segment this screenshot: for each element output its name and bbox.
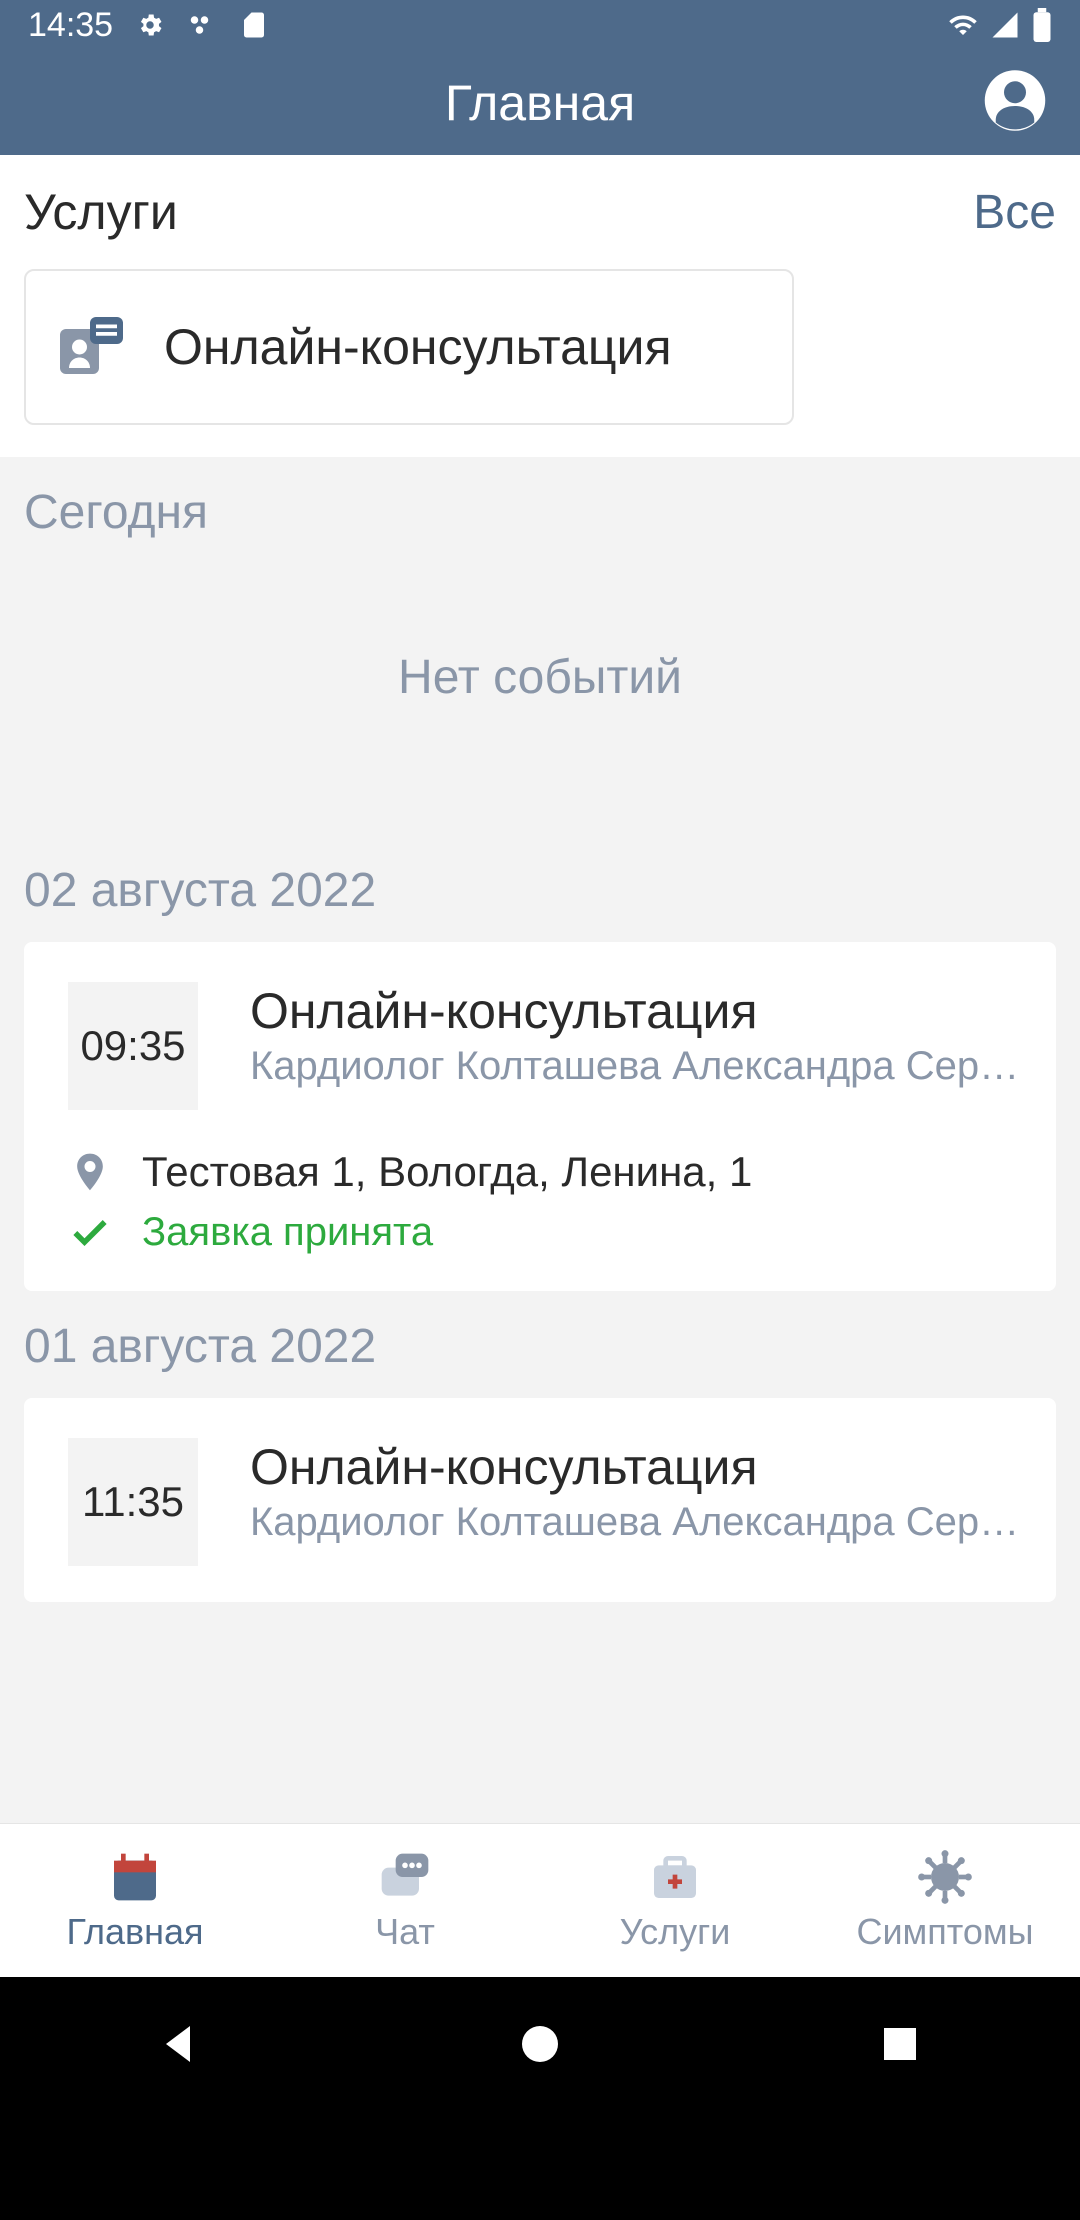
home-button[interactable] bbox=[516, 2020, 564, 2068]
battery-icon bbox=[1032, 8, 1052, 42]
user-icon bbox=[982, 67, 1048, 133]
section-label-date: 01 августа 2022 bbox=[0, 1291, 1080, 1374]
event-location: Тестовая 1, Вологда, Ленина, 1 bbox=[142, 1148, 752, 1196]
services-section: Услуги Все Онлайн-консультация bbox=[0, 155, 1080, 457]
page-title: Главная bbox=[445, 74, 635, 132]
nav-label: Симптомы bbox=[856, 1911, 1033, 1953]
nav-symptoms[interactable]: Симптомы bbox=[810, 1824, 1080, 1977]
nav-label: Чат bbox=[375, 1911, 435, 1953]
event-status: Заявка принята bbox=[142, 1210, 433, 1255]
section-label-date: 02 августа 2022 bbox=[0, 835, 1080, 918]
all-services-link[interactable]: Все bbox=[973, 185, 1056, 240]
back-button[interactable] bbox=[156, 2020, 204, 2068]
system-navigation-bar bbox=[0, 1977, 1080, 2111]
bottom-nav: Главная Чат Услуги Симптомы bbox=[0, 1823, 1080, 1977]
services-title: Услуги bbox=[24, 183, 178, 241]
event-time: 11:35 bbox=[68, 1438, 198, 1566]
gear-icon bbox=[135, 10, 165, 40]
status-left: 14:35 bbox=[28, 6, 269, 45]
consultation-icon bbox=[54, 311, 126, 383]
dots-icon bbox=[187, 10, 217, 40]
status-bar: 14:35 bbox=[0, 0, 1080, 50]
nav-label: Главная bbox=[66, 1911, 203, 1953]
empty-state-text: Нет событий bbox=[0, 540, 1080, 835]
event-subtitle: Кардиолог Колташева Александра Сер… bbox=[250, 1500, 1019, 1545]
event-time: 09:35 bbox=[68, 982, 198, 1110]
sd-card-icon bbox=[239, 10, 269, 40]
service-card-online-consultation[interactable]: Онлайн-консультация bbox=[24, 269, 794, 425]
profile-button[interactable] bbox=[982, 67, 1048, 138]
recent-apps-button[interactable] bbox=[876, 2020, 924, 2068]
check-icon bbox=[68, 1211, 112, 1255]
section-label-today: Сегодня bbox=[0, 457, 1080, 540]
event-card[interactable]: 11:35 Онлайн-консультация Кардиолог Колт… bbox=[24, 1398, 1056, 1602]
event-title: Онлайн-консультация bbox=[250, 1438, 1019, 1496]
event-title: Онлайн-консультация bbox=[250, 982, 1019, 1040]
event-subtitle: Кардиолог Колташева Александра Сер… bbox=[250, 1044, 1019, 1089]
services-header: Услуги Все bbox=[24, 183, 1056, 241]
wifi-icon bbox=[948, 10, 978, 40]
status-time: 14:35 bbox=[28, 6, 113, 45]
status-right bbox=[948, 8, 1052, 42]
virus-icon bbox=[917, 1849, 973, 1905]
service-card-label: Онлайн-консультация bbox=[164, 318, 672, 376]
nav-services[interactable]: Услуги bbox=[540, 1824, 810, 1977]
app-header: Главная bbox=[0, 50, 1080, 155]
events-list[interactable]: Сегодня Нет событий 02 августа 2022 09:3… bbox=[0, 457, 1080, 1823]
signal-icon bbox=[990, 10, 1020, 40]
calendar-icon bbox=[107, 1849, 163, 1905]
briefcase-medical-icon bbox=[647, 1849, 703, 1905]
nav-label: Услуги bbox=[620, 1911, 731, 1953]
nav-chat[interactable]: Чат bbox=[270, 1824, 540, 1977]
event-card[interactable]: 09:35 Онлайн-консультация Кардиолог Колт… bbox=[24, 942, 1056, 1291]
location-pin-icon bbox=[68, 1150, 112, 1194]
nav-home[interactable]: Главная bbox=[0, 1824, 270, 1977]
chat-icon bbox=[377, 1849, 433, 1905]
